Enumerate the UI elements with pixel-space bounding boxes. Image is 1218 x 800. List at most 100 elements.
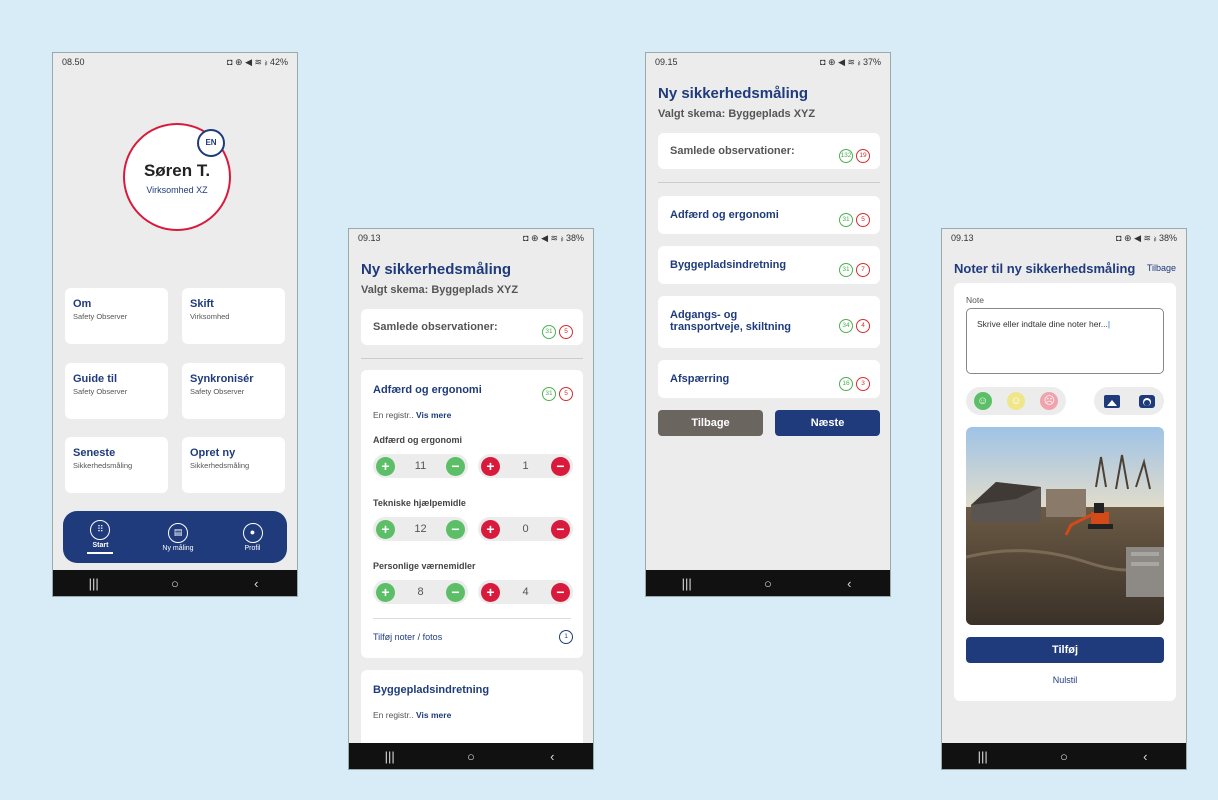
add-notes-link[interactable]: Tilføj noter / fotos [373,632,442,642]
category-card-byggeplads: Byggepladsindretning En registr.. Vis me… [361,670,583,750]
positive-count-badge: 132 [839,149,853,163]
positive-count-badge: 16 [839,377,853,391]
reset-link[interactable]: Nulstil [954,675,1176,685]
tile-seneste[interactable]: Seneste Sikkerhedsmåling [65,437,168,493]
language-button[interactable]: EN [197,129,225,157]
schema-label: Valgt skema: Byggeplads XYZ [361,284,519,296]
tile-title: Synkronisér [190,373,254,385]
nav-start[interactable]: ⠿ Start [87,520,114,554]
decrement-button[interactable]: − [446,519,465,539]
category-row[interactable]: Adgangs- og transportveje, skiltning 34 4 [658,296,880,348]
next-button[interactable]: Næste [775,410,880,436]
tile-subtitle: Safety Observer [73,312,128,321]
category-row[interactable]: Adfærd og ergonomi 31 5 [658,196,880,234]
recents-icon[interactable]: ||| [84,576,104,591]
note-textarea[interactable]: Skrive eller indtale dine noter her...| [966,308,1164,374]
home-icon[interactable]: ○ [461,749,481,764]
counter-value: 12 [414,523,427,535]
recents-icon[interactable]: ||| [380,749,400,764]
back-link[interactable]: Tilbage [1147,263,1176,273]
back-icon[interactable]: ‹ [1135,749,1155,764]
system-navbar: ||| ○ ‹ [942,743,1186,769]
neutral-face-icon[interactable]: ☺ [1006,392,1025,410]
phone-notes-screen: 09.13 ◘ ⊕ ◀ ≋ ᵢₗ 38% Noter til ny sikker… [941,228,1187,770]
phone-measurement-overview: 09.15 ◘ ⊕ ◀ ≋ ᵢₗ 37% Ny sikkerhedsmåling… [645,52,891,597]
total-observations-card: Samlede observationer: 31 5 [361,309,583,345]
category-title: Byggepladsindretning [373,684,490,696]
category-card-adfaerd: Adfærd og ergonomi 31 5 En registr.. Vis … [361,370,583,658]
grid-icon: ⠿ [90,520,111,540]
system-navbar: ||| ○ ‹ [349,743,593,769]
increment-button[interactable]: + [481,519,500,539]
home-icon[interactable]: ○ [165,576,185,591]
camera-icon[interactable] [1138,394,1155,408]
tile-synkroniser[interactable]: Synkronisér Safety Observer [182,363,285,419]
system-navbar: ||| ○ ‹ [646,570,890,596]
note-placeholder: Skrive eller indtale dine noter her... [977,319,1108,329]
active-indicator [87,552,114,554]
user-name: Søren T. [143,161,211,180]
decrement-button[interactable]: − [551,519,570,539]
increment-button[interactable]: + [376,519,395,539]
recents-icon[interactable]: ||| [677,576,697,591]
nav-profil[interactable]: ● Profil [242,522,263,552]
category-description: En registr.. Vis mere [373,410,451,420]
tile-skift[interactable]: Skift Virksomhed [182,288,285,344]
negative-count-badge: 5 [559,387,573,401]
phone-measurement-detail: 09.13 ◘ ⊕ ◀ ≋ ᵢₗ 38% Ny sikkerhedsmåling… [348,228,594,770]
counter-value: 8 [417,586,424,598]
sad-face-icon[interactable]: ☹ [1040,392,1059,410]
counter-value: 1 [522,460,529,472]
increment-button[interactable]: + [376,582,395,602]
row-label: Tekniske hjælpemidle [373,498,466,508]
category-title: Byggepladsindretning [670,259,787,271]
negative-count-badge: 5 [856,213,870,227]
happy-face-icon[interactable]: ☺ [973,392,992,410]
status-bar: 09.13 ◘ ⊕ ◀ ≋ ᵢₗ 38% [349,229,593,247]
negative-counter: + 1 − [478,454,573,478]
increment-button[interactable]: + [481,582,500,602]
construction-site-photo [966,427,1164,625]
status-bar: 08.50 ◘ ⊕ ◀ ≋ ᵢₗ 42% [53,53,297,71]
schema-label: Valgt skema: Byggeplads XYZ [658,108,816,120]
tile-guide[interactable]: Guide til Safety Observer [65,363,168,419]
description-text: En registr.. [373,410,414,420]
tile-title: Opret ny [190,447,236,459]
show-more-link[interactable]: Vis mere [416,410,451,420]
tile-title: Skift [190,298,214,310]
increment-button[interactable]: + [481,456,500,476]
category-title: Afspærring [670,373,730,385]
mood-selector: ☺ ☺ ☹ [966,387,1066,415]
decrement-button[interactable]: − [551,582,570,602]
back-icon[interactable]: ‹ [839,576,859,591]
image-gallery-icon[interactable] [1103,394,1120,408]
back-icon[interactable]: ‹ [246,576,266,591]
show-more-link[interactable]: Vis mere [416,710,451,720]
tile-opret-ny[interactable]: Opret ny Sikkerhedsmåling [182,437,285,493]
decrement-button[interactable]: − [551,456,570,476]
increment-button[interactable]: + [376,456,395,476]
row-label: Adfærd og ergonomi [373,435,462,445]
home-icon[interactable]: ○ [1054,749,1074,764]
recents-icon[interactable]: ||| [973,749,993,764]
category-row[interactable]: Byggepladsindretning 31 7 [658,246,880,284]
counter-value: 0 [522,523,529,535]
attached-photo[interactable] [966,427,1164,625]
nav-ny-maling[interactable]: ▤ Ny måling [162,522,194,552]
status-time: 09.15 [655,57,678,67]
back-icon[interactable]: ‹ [542,749,562,764]
tile-title: Guide til [73,373,117,385]
category-row[interactable]: Afspærring 16 3 [658,360,880,398]
status-icons: ◘ ⊕ ◀ ≋ ᵢₗ 38% [1116,232,1177,243]
decrement-button[interactable]: − [445,456,465,476]
back-button[interactable]: Tilbage [658,410,763,436]
add-button[interactable]: Tilføj [966,637,1164,663]
page-title: Ny sikkerhedsmåling [658,85,809,102]
status-time: 09.13 [358,233,381,243]
tile-om[interactable]: Om Safety Observer [65,288,168,344]
home-icon[interactable]: ○ [758,576,778,591]
decrement-button[interactable]: − [446,582,465,602]
positive-count-badge: 31 [542,325,556,339]
counter-value: 4 [522,586,529,598]
counter-value: 11 [414,460,427,472]
